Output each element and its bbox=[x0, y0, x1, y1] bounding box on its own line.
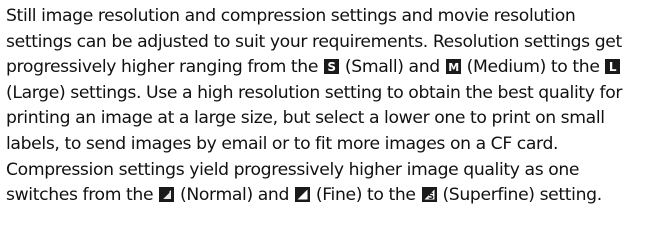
paragraph-text: (Fine) to the bbox=[315, 185, 416, 206]
medium-resolution-icon: M bbox=[445, 59, 461, 75]
large-resolution-icon: L bbox=[605, 59, 621, 75]
paragraph-text: (Small) and bbox=[344, 57, 440, 78]
large-icon-letter: L bbox=[609, 60, 617, 74]
small-icon-letter: S bbox=[327, 60, 335, 74]
paragraph-text: (Normal) and bbox=[180, 185, 290, 206]
body-paragraph: Still image resolution and compression s… bbox=[6, 4, 646, 209]
small-resolution-icon: S bbox=[324, 59, 339, 75]
normal-compression-icon bbox=[159, 187, 175, 203]
paragraph-text: (Medium) to the bbox=[466, 57, 600, 78]
medium-icon-letter: M bbox=[448, 61, 459, 74]
document-page: Still image resolution and compression s… bbox=[0, 0, 652, 241]
superfine-compression-icon: S bbox=[421, 187, 437, 203]
fine-compression-icon bbox=[294, 187, 310, 203]
superfine-icon-letter: S bbox=[427, 192, 433, 202]
paragraph-text: (Superfine) setting. bbox=[442, 185, 602, 206]
